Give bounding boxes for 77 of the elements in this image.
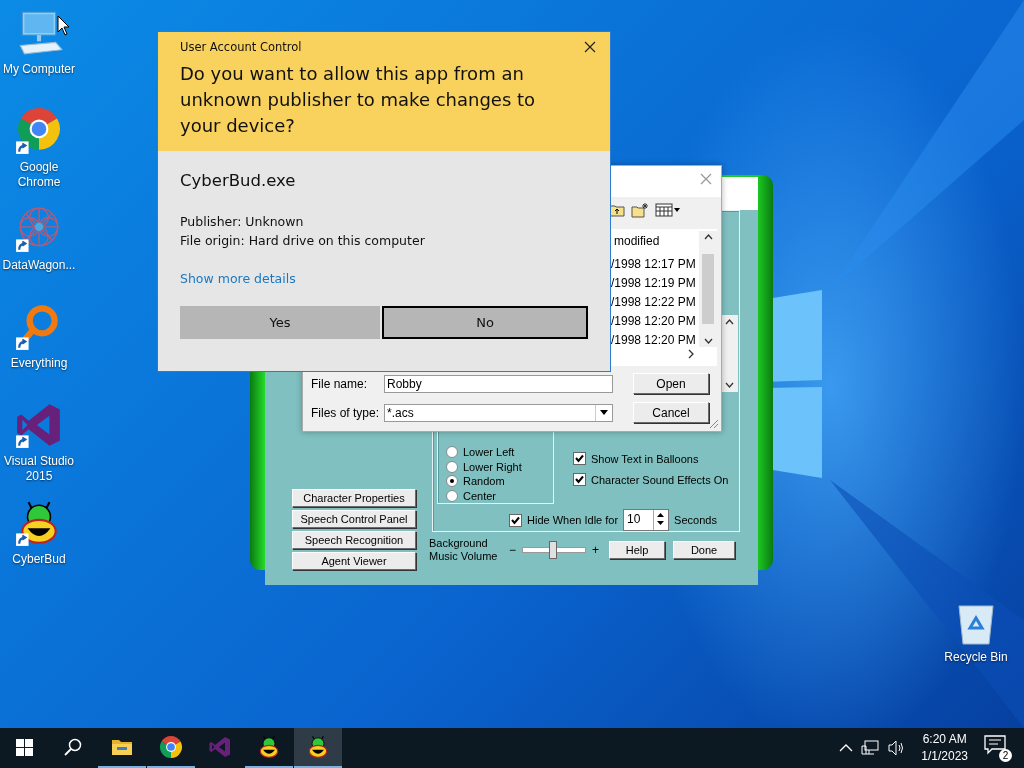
icon-label: Everything (10, 356, 68, 371)
minus-label: − (509, 543, 516, 557)
icon-label: My Computer (3, 62, 75, 77)
icon-label: Recycle Bin (944, 650, 1008, 665)
taskbar-button[interactable] (294, 728, 342, 768)
view-menu-icon[interactable] (655, 203, 681, 217)
speaker-icon[interactable] (887, 740, 906, 756)
notification-count: 2 (999, 749, 1012, 762)
side-button[interactable]: Speech Recognition (292, 531, 416, 549)
scroll-down-icon[interactable] (703, 338, 713, 344)
detail-text: Publisher: Unknown (180, 213, 305, 231)
radio-label: Lower Right (463, 460, 522, 473)
checkbox-label: Hide When Idle for (527, 514, 619, 526)
side-button[interactable]: Character Properties (292, 489, 416, 507)
side-button[interactable]: Speech Control Panel (292, 510, 416, 528)
network-icon[interactable] (861, 740, 880, 756)
checkbox-label: Show Text in Balloons (591, 452, 699, 465)
done-button[interactable]: Done (673, 541, 736, 559)
plus-label: + (592, 543, 600, 557)
cancel-button[interactable]: Cancel (633, 402, 709, 423)
resize-grip-icon[interactable] (707, 417, 719, 429)
radio-button[interactable] (446, 489, 458, 502)
cursor-icon (57, 15, 71, 37)
folder-up-icon[interactable] (609, 202, 625, 218)
unit-label: Seconds (674, 514, 717, 526)
side-button[interactable]: Agent Viewer (292, 552, 416, 570)
checkbox[interactable] (573, 452, 586, 465)
chevron-up-icon[interactable] (839, 743, 854, 753)
clock-time[interactable]: 6:20 AM (921, 731, 968, 748)
clock-date[interactable]: 1/1/2023 (921, 748, 968, 765)
radio-label: Lower Left (463, 446, 515, 459)
radio-button[interactable] (446, 446, 458, 459)
icon-label: CyberBud (12, 552, 66, 567)
no-button[interactable]: No (382, 306, 588, 339)
new-folder-icon[interactable] (631, 202, 649, 218)
volume-slider[interactable] (522, 541, 586, 559)
scroll-down-icon[interactable] (724, 382, 734, 388)
scroll-right-icon[interactable] (687, 349, 695, 359)
four-squares-icon[interactable] (15, 738, 33, 756)
field-label: File name: (311, 376, 369, 391)
open-button[interactable]: Open (633, 373, 709, 394)
date-cell[interactable]: /1998 12:20 PM (611, 331, 696, 350)
file-name-field[interactable]: Robby (384, 374, 613, 393)
dropdown-arrow-icon[interactable] (600, 410, 608, 415)
slider-thumb[interactable] (549, 541, 558, 559)
file-type-dropdown[interactable]: *.acs (384, 403, 613, 422)
scroll-up-icon[interactable] (703, 234, 713, 240)
dialog-title: User Account Control (180, 40, 303, 54)
checkbox[interactable] (509, 513, 522, 527)
field-label: Files of type: (311, 405, 381, 420)
icon-label: Google Chrome (16, 160, 62, 190)
scroll-up-icon[interactable] (724, 319, 734, 325)
radio-button[interactable] (446, 475, 458, 488)
checkbox[interactable] (573, 473, 586, 486)
volume-label: Background Music Volume (429, 537, 499, 563)
column-header[interactable]: modified (614, 234, 660, 248)
radio-label: Center (463, 489, 497, 502)
scroll-bar[interactable] (699, 231, 717, 347)
browser-icon[interactable] (159, 735, 183, 759)
help-button[interactable]: Help (609, 541, 666, 559)
icon-label: DataWagon... (2, 258, 76, 273)
checkbox-label: Character Sound Effects On (591, 473, 729, 486)
dialog-question: Do you want to allow this app from an unknown publisher to make changes to your device? (180, 62, 537, 138)
search-icon[interactable] (64, 738, 82, 756)
app-name: CyberBud.exe (180, 171, 297, 190)
detail-text: File origin: Hard drive on this computer (180, 232, 426, 250)
date-cell[interactable]: /1998 12:20 PM (611, 312, 696, 331)
yes-button[interactable]: Yes (180, 306, 380, 339)
close-icon[interactable] (584, 41, 596, 53)
radio-label: Random (463, 475, 505, 488)
spin-field[interactable]: 10 (623, 509, 670, 531)
icon-label: Visual Studio 2015 (3, 454, 75, 484)
radio-button[interactable] (446, 460, 458, 473)
date-cell[interactable]: /1998 12:22 PM (611, 293, 696, 312)
date-cell[interactable]: /1998 12:19 PM (611, 274, 696, 293)
details-link[interactable]: Show more details (180, 271, 296, 286)
date-cell[interactable]: /1998 12:17 PM (611, 255, 696, 274)
